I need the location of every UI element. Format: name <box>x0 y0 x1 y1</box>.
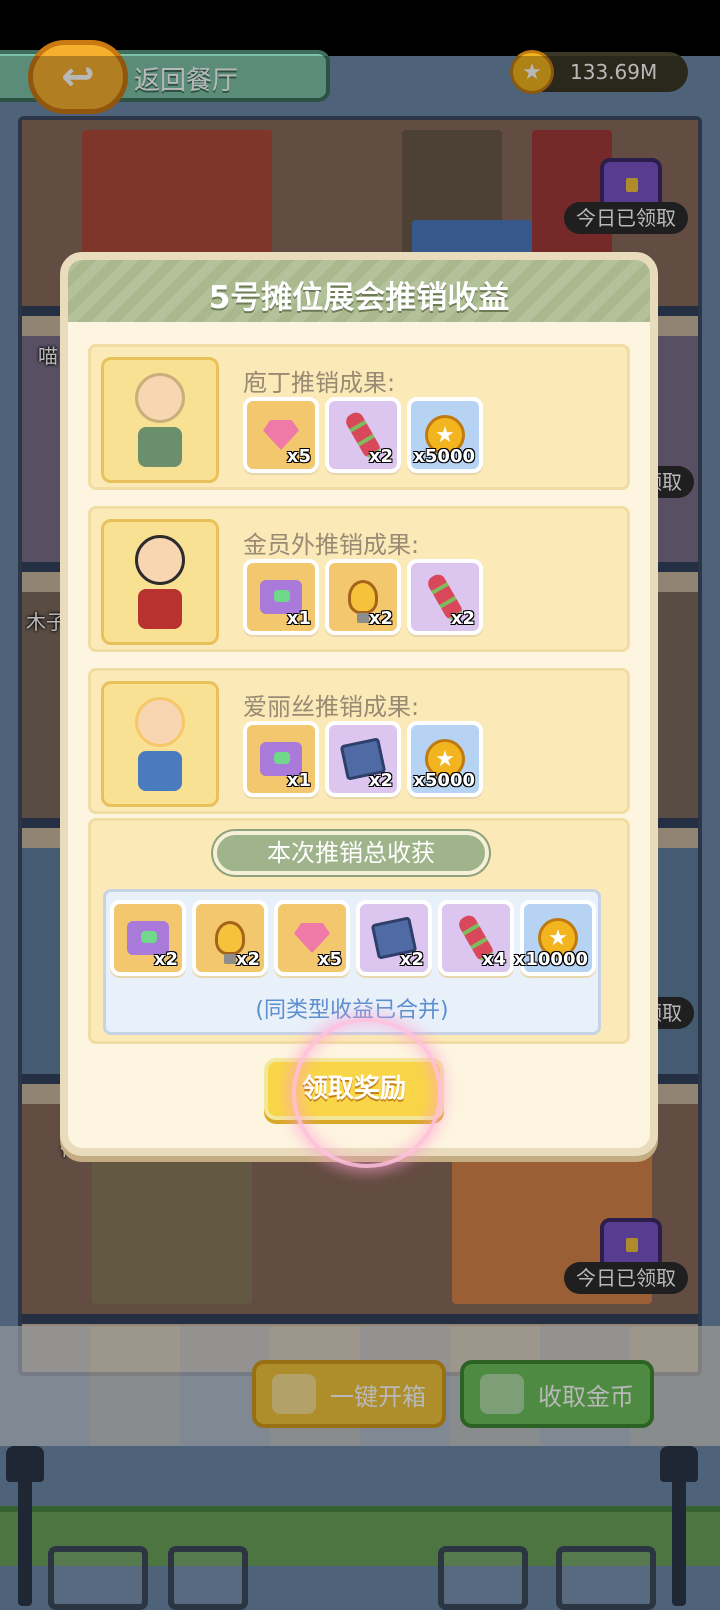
character-sales-title: 金员外推销成果: <box>243 531 420 559</box>
alice-portrait <box>101 681 219 807</box>
character-card: 庖丁推销成果: x5 x2 ★ x5000 <box>88 344 630 490</box>
reward-item[interactable]: x2 <box>192 900 268 976</box>
reward-item[interactable]: x2 <box>110 900 186 976</box>
item-quantity: x2 <box>368 770 393 791</box>
item-quantity: x5 <box>317 949 342 970</box>
reward-item[interactable]: x2 <box>407 559 483 635</box>
jin-yuanwai-portrait <box>101 519 219 645</box>
character-sales-title: 庖丁推销成果: <box>243 369 396 397</box>
reward-item[interactable]: x2 <box>325 721 401 797</box>
reward-item-row: x1 x2 x2 <box>243 559 483 635</box>
reward-item[interactable]: ★ x5000 <box>407 721 483 797</box>
reward-item[interactable]: ★ x10000 <box>514 900 596 976</box>
reward-item[interactable]: x1 <box>243 721 319 797</box>
item-quantity: x5000 <box>413 446 475 467</box>
item-quantity: x2 <box>153 949 178 970</box>
reward-item[interactable]: x2 <box>325 397 401 473</box>
item-quantity: x2 <box>368 608 393 629</box>
reward-item[interactable]: ★ x5000 <box>407 397 483 473</box>
item-quantity: x2 <box>368 446 393 467</box>
item-quantity: x5 <box>286 446 311 467</box>
character-card: 金员外推销成果: x1 x2 x2 <box>88 506 630 652</box>
item-quantity: x4 <box>481 949 506 970</box>
total-harvest-title: 本次推销总收获 <box>213 831 489 875</box>
item-quantity: x2 <box>235 949 260 970</box>
reward-item-row: x5 x2 ★ x5000 <box>243 397 483 473</box>
reward-item[interactable]: x5 <box>274 900 350 976</box>
reward-item[interactable]: x1 <box>243 559 319 635</box>
paoding-portrait <box>101 357 219 483</box>
dialog-title: 5号摊位展会推销收益 <box>208 280 510 316</box>
item-quantity: x10000 <box>513 949 588 970</box>
item-quantity: x5000 <box>413 770 475 791</box>
sales-reward-dialog: 5号摊位展会推销收益 庖丁推销成果: x5 x2 ★ x5000 金员外推销成果: x1 x2… <box>60 252 658 1156</box>
total-items-panel: x2 x2 x5 x2 x4 ★ x10000 (同类型收益已合并) <box>103 889 601 1035</box>
item-quantity: x1 <box>286 608 311 629</box>
character-card: 爱丽丝推销成果: x1 x2 ★ x5000 <box>88 668 630 814</box>
reward-item[interactable]: x4 <box>438 900 514 976</box>
reward-item-row: x1 x2 ★ x5000 <box>243 721 483 797</box>
merged-note: (同类型收益已合并) <box>255 998 449 1023</box>
reward-item[interactable]: x2 <box>325 559 401 635</box>
character-sales-title: 爱丽丝推销成果: <box>243 693 420 721</box>
claim-reward-button[interactable]: 领取奖励 <box>264 1058 444 1120</box>
reward-item[interactable]: x5 <box>243 397 319 473</box>
item-quantity: x2 <box>450 608 475 629</box>
reward-item[interactable]: x2 <box>356 900 432 976</box>
item-quantity: x1 <box>286 770 311 791</box>
total-harvest-card: 本次推销总收获 x2 x2 x5 x2 x4 ★ x10000 (同类型收益已合并) <box>88 818 630 1044</box>
item-quantity: x2 <box>399 949 424 970</box>
